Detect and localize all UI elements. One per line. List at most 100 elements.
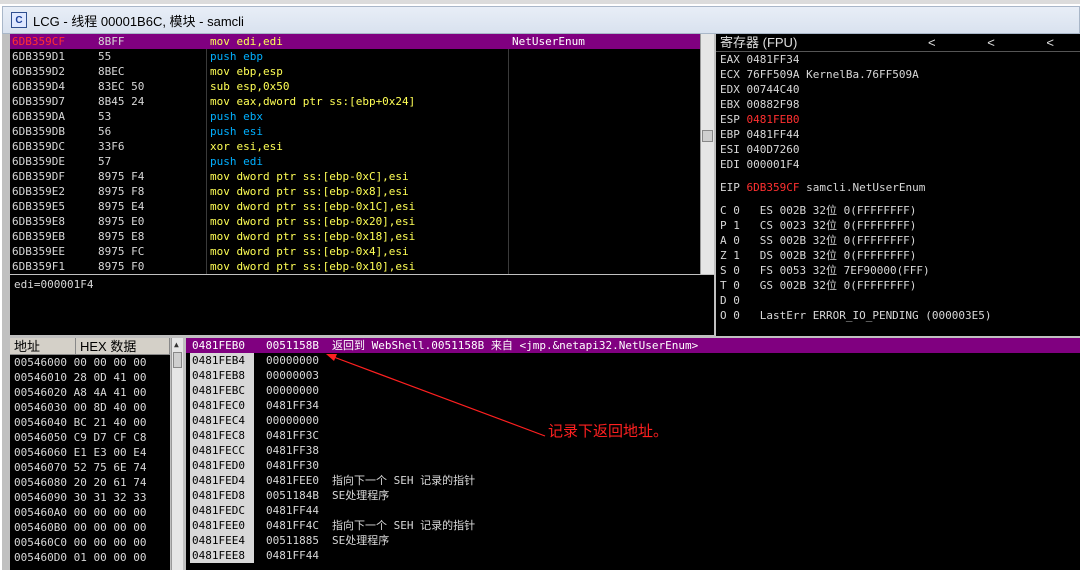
dump-row[interactable]: 005460D0 01 00 00 00 [10, 550, 170, 565]
disassembly-pane[interactable]: 6DB359CF 8BFF mov edi,edi NetUserEnum 6DB359… [10, 34, 700, 274]
disasm-hex: 8BEC [98, 65, 125, 78]
stack-value: 00000003 [266, 369, 319, 382]
window-titlebar[interactable]: C LCG - 线程 00001B6C, 模块 - samcli [2, 6, 1080, 34]
stack-value: 0481FF34 [266, 399, 319, 412]
dump-row[interactable]: 005460B0 00 00 00 00 [10, 520, 170, 535]
stack-address: 0481FEC8 [190, 428, 254, 443]
disasm-row[interactable]: 6DB359D4 83EC 50 sub esp,0x50 [10, 79, 700, 94]
disasm-row[interactable]: 6DB359E5 8975 E4 mov dword ptr ss:[ebp-0x1… [10, 199, 700, 214]
register-eax[interactable]: EAX 0481FF34 [716, 52, 1080, 67]
dump-row[interactable]: 00546070 52 75 6E 74 [10, 460, 170, 475]
scroll-thumb[interactable] [702, 130, 713, 142]
dump-header-address[interactable]: 地址 [10, 338, 76, 354]
stack-row[interactable]: 0481FED0 0481FF30 [186, 458, 1080, 473]
flag-row[interactable]: C 0 ES 002B 32位 0(FFFFFFFF) [716, 203, 1080, 218]
stack-row[interactable]: 0481FEE0 0481FF4C 指向下一个 SEH 记录的指针 [186, 518, 1080, 533]
disasm-row[interactable]: 6DB359DF 8975 F4 mov dword ptr ss:[ebp-0xC… [10, 169, 700, 184]
disasm-row[interactable]: 6DB359DC 33F6 xor esi,esi [10, 139, 700, 154]
flag-row[interactable]: S 0 FS 0053 32位 7EF90000(FFF) [716, 263, 1080, 278]
register-name: EAX [720, 53, 740, 66]
dump-row[interactable]: 00546090 30 31 32 33 [10, 490, 170, 505]
disasm-address: 6DB359EE [12, 245, 65, 258]
dump-row[interactable]: 005460C0 00 00 00 00 [10, 535, 170, 550]
stack-row[interactable]: 0481FEB4 00000000 [186, 353, 1080, 368]
disasm-hex: 83EC 50 [98, 80, 145, 93]
disasm-row[interactable]: 6DB359D7 8B45 24 mov eax,dword ptr ss:[ebp… [10, 94, 700, 109]
disasm-instruction: mov dword ptr ss:[ebp-0x18],esi [210, 230, 416, 243]
disasm-address: 6DB359DF [12, 170, 65, 183]
stack-value: 00000000 [266, 384, 319, 397]
register-esp[interactable]: ESP 0481FEB0 [716, 112, 1080, 127]
disasm-row[interactable]: 6DB359E2 8975 F8 mov dword ptr ss:[ebp-0x8… [10, 184, 700, 199]
stack-row[interactable]: 0481FECC 0481FF38 [186, 443, 1080, 458]
stack-row[interactable]: 0481FEE8 0481FF44 [186, 548, 1080, 563]
dump-header: 地址 HEX 数据 [10, 338, 170, 355]
dump-header-hex[interactable]: HEX 数据 [76, 338, 170, 354]
stack-pane[interactable]: 0481FEB0 0051158B 返回到 WebShell.0051158B 来自… [186, 338, 1080, 570]
dump-row[interactable]: 00546050 C9 D7 CF C8 [10, 430, 170, 445]
stack-row[interactable]: 0481FED4 0481FEE0 指向下一个 SEH 记录的指针 [186, 473, 1080, 488]
registers-header[interactable]: 寄存器 (FPU) < < < [716, 34, 1080, 52]
register-ecx[interactable]: ECX 76FF509A KernelBa.76FF509A [716, 67, 1080, 82]
stack-row[interactable]: 0481FEBC 00000000 [186, 383, 1080, 398]
disasm-address: 6DB359F1 [12, 260, 65, 273]
dump-row[interactable]: 00546020 A8 4A 41 00 [10, 385, 170, 400]
flag-row[interactable]: O 0 LastErr ERROR_IO_PENDING (000003E5) [716, 308, 1080, 323]
disasm-row[interactable]: 6DB359EB 8975 E8 mov dword ptr ss:[ebp-0x1… [10, 229, 700, 244]
stack-row[interactable]: 0481FEDC 0481FF44 [186, 503, 1080, 518]
disasm-row[interactable]: 6DB359E8 8975 E0 mov dword ptr ss:[ebp-0x2… [10, 214, 700, 229]
register-ebp[interactable]: EBP 0481FF44 [716, 127, 1080, 142]
flag-row[interactable]: D 0 [716, 293, 1080, 308]
register-name: ESI [720, 143, 740, 156]
registers-pane[interactable]: 寄存器 (FPU) < < < EAX 0481FF34 ECX 76FF509… [716, 34, 1080, 336]
register-value: 0481FF34 [746, 53, 800, 66]
scroll-up-icon[interactable]: ▲ [174, 340, 179, 349]
register-name: EBX [720, 98, 740, 111]
stack-value: 00511885 [266, 534, 319, 547]
disassembly-scrollbar[interactable] [700, 34, 714, 274]
disasm-address: 6DB359DC [12, 140, 65, 153]
dump-row[interactable]: 00546010 28 0D 41 00 [10, 370, 170, 385]
disasm-row[interactable]: 6DB359D1 55 push ebp [10, 49, 700, 64]
register-ebx[interactable]: EBX 00882F98 [716, 97, 1080, 112]
disasm-row[interactable]: 6DB359F1 8975 F0 mov dword ptr ss:[ebp-0x1… [10, 259, 700, 274]
dump-row[interactable]: 005460A0 00 00 00 00 [10, 505, 170, 520]
stack-comment: SE处理程序 [332, 534, 390, 547]
flag-row[interactable]: T 0 GS 002B 32位 0(FFFFFFFF) [716, 278, 1080, 293]
dump-scrollbar[interactable]: ▲ [171, 338, 183, 570]
registers-title: 寄存器 (FPU) [720, 35, 798, 50]
disasm-row[interactable]: 6DB359D2 8BEC mov ebp,esp [10, 64, 700, 79]
register-edi[interactable]: EDI 000001F4 [716, 157, 1080, 172]
register-eip[interactable]: EIP 6DB359CF samcli.NetUserEnum [716, 180, 1080, 195]
stack-address: 0481FEC0 [190, 398, 254, 413]
memory-dump-pane[interactable]: 地址 HEX 数据 00546000 00 00 00 00 00546010 2… [10, 338, 170, 570]
dump-row[interactable]: 00546080 20 20 61 74 [10, 475, 170, 490]
scroll-thumb[interactable] [173, 352, 182, 368]
disasm-address: 6DB359EB [12, 230, 65, 243]
register-esi[interactable]: ESI 040D7260 [716, 142, 1080, 157]
dump-row[interactable]: 00546000 00 00 00 00 [10, 355, 170, 370]
flag-row[interactable]: A 0 SS 002B 32位 0(FFFFFFFF) [716, 233, 1080, 248]
stack-row[interactable]: 0481FEB8 00000003 [186, 368, 1080, 383]
stack-row[interactable]: 0481FEC0 0481FF34 [186, 398, 1080, 413]
disasm-row[interactable]: 6DB359EE 8975 FC mov dword ptr ss:[ebp-0x4… [10, 244, 700, 259]
dump-row[interactable]: 00546030 00 8D 40 00 [10, 400, 170, 415]
disasm-row[interactable]: 6DB359DB 56 push esi [10, 124, 700, 139]
disasm-address: 6DB359D4 [12, 80, 65, 93]
flag-row[interactable]: Z 1 DS 002B 32位 0(FFFFFFFF) [716, 248, 1080, 263]
stack-row[interactable]: 0481FED8 0051184B SE处理程序 [186, 488, 1080, 503]
dump-row[interactable]: 00546040 BC 21 40 00 [10, 415, 170, 430]
disasm-row[interactable]: 6DB359DA 53 push ebx [10, 109, 700, 124]
stack-row[interactable]: 0481FEB0 0051158B 返回到 WebShell.0051158B 来自… [186, 338, 1080, 353]
register-name: ESP [720, 113, 740, 126]
annotation-text: 记录下返回地址。 [548, 422, 669, 440]
dump-row[interactable]: 00546060 E1 E3 00 E4 [10, 445, 170, 460]
disasm-hex: 55 [98, 50, 112, 63]
disasm-row[interactable]: 6DB359CF 8BFF mov edi,edi NetUserEnum [10, 34, 700, 49]
stack-value: 0051184B [266, 489, 319, 502]
register-edx[interactable]: EDX 00744C40 [716, 82, 1080, 97]
disasm-row[interactable]: 6DB359DE 57 push edi [10, 154, 700, 169]
flag-row[interactable]: P 1 CS 0023 32位 0(FFFFFFFF) [716, 218, 1080, 233]
stack-row[interactable]: 0481FEE4 00511885 SE处理程序 [186, 533, 1080, 548]
chevron-left-icon[interactable]: < < < [928, 34, 1078, 52]
